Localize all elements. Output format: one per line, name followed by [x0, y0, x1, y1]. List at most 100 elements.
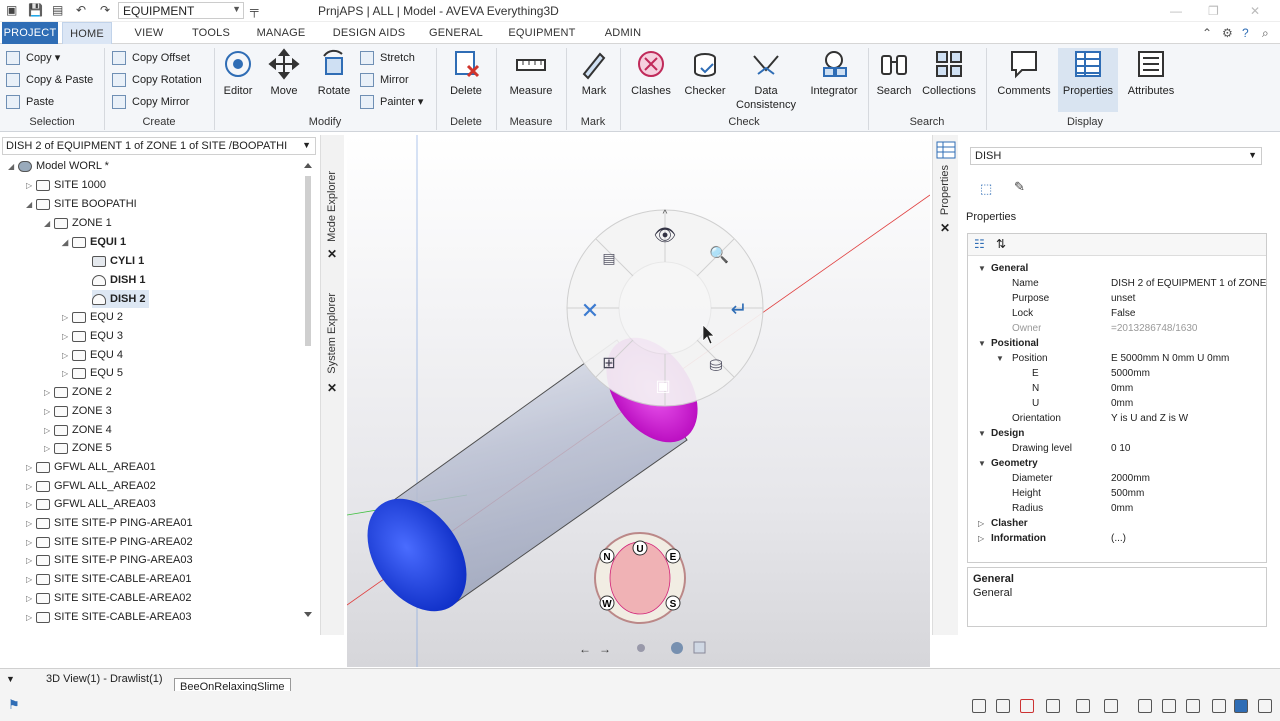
close-icon[interactable]: ✕ — [940, 221, 950, 235]
app-menu-icon[interactable]: ▣ — [6, 3, 17, 17]
property-row[interactable]: Diameter 2000mm — [968, 471, 1266, 486]
tab-model-explorer[interactable]: Mcde Explorer — [326, 171, 338, 242]
tree-item[interactable]: ▷ EQU 5 — [62, 364, 123, 382]
property-category[interactable]: ▼ Positional — [968, 336, 1266, 351]
property-row[interactable]: N 0mm — [968, 381, 1266, 396]
collapse-icon[interactable]: ▼ — [978, 261, 986, 276]
collapse-icon[interactable]: ▼ — [978, 426, 986, 441]
radial-menu[interactable]: ^ 👁 🔍 ▤ ✕ ↵ ⊞ ▣ ⛁ — [566, 209, 764, 407]
tab-manage[interactable]: MANAGE — [252, 22, 310, 44]
pick-icon[interactable]: ⬚ — [980, 181, 992, 197]
forward-icon[interactable]: → — [599, 642, 611, 656]
property-category[interactable]: ▼ Design — [968, 426, 1266, 441]
search-button[interactable]: Search — [874, 48, 914, 98]
zoom-icon[interactable]: 🔍 — [709, 244, 729, 264]
categorized-icon[interactable]: ☷ — [974, 237, 985, 251]
left-icon[interactable] — [1138, 699, 1152, 713]
display-mode-icon[interactable] — [1234, 699, 1248, 713]
cube-icon[interactable] — [693, 641, 706, 654]
expand-icon[interactable]: ▷ — [978, 531, 984, 546]
expand-icon[interactable]: ▷ — [44, 440, 54, 458]
collapse-icon[interactable]: ◢ — [44, 215, 54, 233]
tree-item[interactable]: ▷ SITE SITE-P PING-AREA01 — [26, 514, 193, 532]
close-icon[interactable]: ✕ — [581, 298, 599, 323]
copy-paste-button[interactable]: Copy & Paste — [6, 70, 93, 90]
tab-properties[interactable]: Properties — [966, 211, 1016, 223]
scroll-thumb[interactable] — [305, 176, 311, 346]
tab-admin[interactable]: ADMIN — [598, 22, 648, 44]
expand-icon[interactable]: ▷ — [26, 534, 36, 552]
tree-scrollbar[interactable] — [302, 160, 314, 620]
stretch-button[interactable]: Stretch — [360, 48, 415, 68]
search-icon[interactable]: ⌕ — [1262, 26, 1269, 41]
tree-item[interactable]: ▷ GFWL ALL_AREA03 — [26, 495, 156, 513]
tree-item[interactable]: ◢ SITE BOOPATHI — [26, 195, 137, 213]
expand-icon[interactable]: ▷ — [26, 590, 36, 608]
copy-mirror-button[interactable]: Copy Mirror — [112, 92, 189, 112]
scroll-down-icon[interactable] — [304, 612, 312, 617]
top-icon[interactable] — [1212, 699, 1226, 713]
document-icon[interactable]: ▤ — [602, 250, 615, 266]
expand-icon[interactable]: ▷ — [62, 347, 72, 365]
property-category[interactable]: ▼ Geometry — [968, 456, 1266, 471]
expand-icon[interactable]: ▷ — [62, 328, 72, 346]
property-row[interactable]: Lock False — [968, 306, 1266, 321]
tab-general[interactable]: GENERAL — [424, 22, 488, 44]
enter-icon[interactable]: ↵ — [731, 299, 748, 321]
tab-tools[interactable]: TOOLS — [186, 22, 236, 44]
center-icon[interactable] — [1162, 699, 1176, 713]
tab-design-aids[interactable]: DESIGN AIDS — [330, 22, 408, 44]
view-dot-icon[interactable] — [637, 644, 645, 652]
expand-icon[interactable]: ▷ — [26, 177, 36, 195]
copy-button[interactable]: Copy ▾ — [6, 48, 60, 68]
editor-button[interactable]: Editor — [220, 48, 256, 98]
tab-properties[interactable]: Properties — [939, 165, 951, 215]
comments-button[interactable]: Comments — [994, 48, 1054, 98]
collapse-icon[interactable]: ◢ — [8, 158, 18, 176]
collapse-icon[interactable]: ▼ — [978, 336, 986, 351]
property-row[interactable]: ▼ Position E 5000mm N 0mm U 0mm — [968, 351, 1266, 366]
expand-icon[interactable]: ▷ — [978, 516, 984, 531]
collapse-icon[interactable]: ▼ — [996, 351, 1004, 366]
clashes-button[interactable]: Clashes — [628, 48, 674, 98]
tree-item[interactable]: DISH 2 — [92, 290, 150, 308]
customize-icon[interactable]: ╤ — [250, 3, 259, 17]
tree-item[interactable]: DISH 1 — [92, 271, 145, 289]
tree-item[interactable]: ▷ SITE 1000 — [26, 176, 106, 194]
tree-breadcrumb[interactable]: DISH 2 of EQUIPMENT 1 of ZONE 1 of SITE … — [2, 137, 316, 155]
expand-icon[interactable]: ▷ — [44, 422, 54, 440]
fit-view-icon[interactable]: ▣ — [655, 378, 670, 395]
3d-scene[interactable]: ^ 👁 🔍 ▤ ✕ ↵ ⊞ ▣ ⛁ U N E W S ← → — [346, 135, 931, 667]
copy-rotation-button[interactable]: Copy Rotation — [112, 70, 202, 90]
expand-icon[interactable]: ▷ — [26, 515, 36, 533]
panel-icon[interactable]: ▤ — [52, 3, 63, 17]
tab-equipment[interactable]: EQUIPMENT — [504, 22, 580, 44]
tab-view[interactable]: VIEW — [124, 22, 174, 44]
mark-button[interactable]: Mark — [572, 48, 616, 98]
tab-home[interactable]: HOME — [62, 22, 112, 44]
delete-button[interactable]: Delete — [444, 48, 488, 98]
tree-item[interactable]: ▷ ZONE 4 — [44, 421, 112, 439]
properties-button[interactable]: Properties — [1058, 48, 1118, 112]
restore-icon[interactable]: ❐ — [1208, 4, 1219, 18]
tree-item[interactable]: ◢ Model WORL * — [8, 157, 109, 175]
tree-item[interactable]: ◢ ZONE 1 — [44, 214, 112, 232]
flag-icon[interactable]: ⚑ — [8, 697, 20, 713]
rotate-button[interactable]: Rotate — [314, 48, 354, 98]
collapse-icon[interactable]: ◢ — [62, 234, 72, 252]
expand-icon[interactable]: ▷ — [26, 478, 36, 496]
sort-alpha-icon[interactable]: ⇅ — [996, 237, 1006, 251]
property-row[interactable]: Purpose unset — [968, 291, 1266, 306]
tab-project[interactable]: PROJECT — [2, 22, 58, 44]
collections-button[interactable]: Collections — [918, 48, 980, 98]
tree-item[interactable]: ▷ SITE SITE-CABLE-AREA03 — [26, 608, 192, 626]
scroll-up-icon[interactable] — [304, 163, 312, 168]
context-combo[interactable]: EQUIPMENT ▼ — [118, 2, 244, 19]
painter-button[interactable]: Painter ▾ — [360, 92, 423, 112]
close-icon[interactable]: ✕ — [1250, 4, 1260, 18]
tree-item[interactable]: ▷ SITE SITE-CABLE-AREA02 — [26, 589, 192, 607]
collapse-icon[interactable]: ▼ — [978, 456, 986, 471]
tree-item[interactable]: ▷ SITE SITE-CABLE-AREA01 — [26, 570, 192, 588]
data-consistency-button[interactable]: Data Consistency — [734, 48, 798, 112]
expand-icon[interactable]: ▷ — [62, 309, 72, 327]
